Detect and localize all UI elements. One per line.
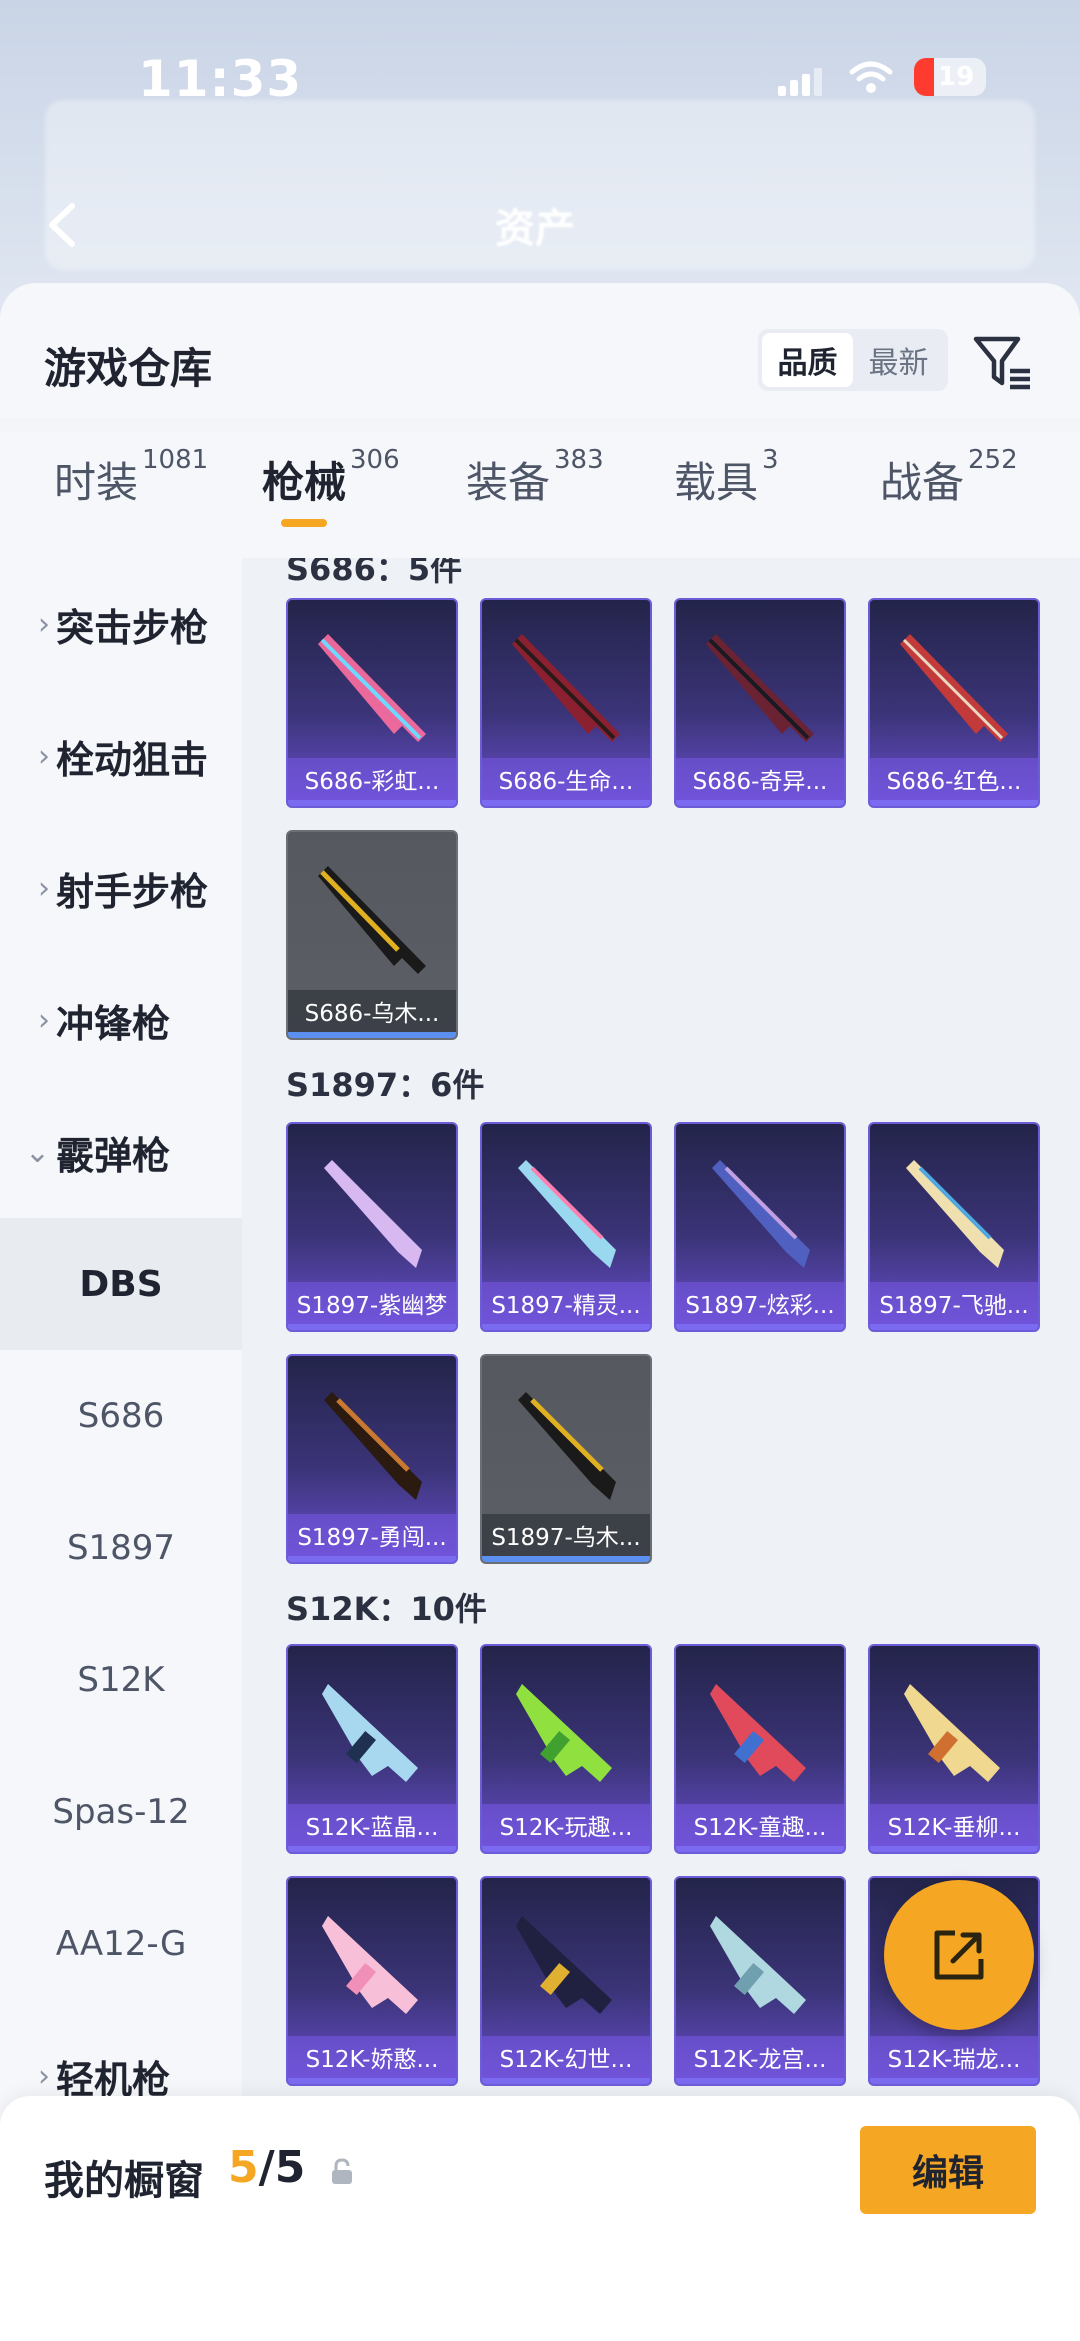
blurred-profile-header: 11:33 19 资产 [0,0,1080,300]
shotgun-skin-image [318,866,426,974]
skin-card[interactable]: S12K-童趣... [674,1644,846,1854]
sidebar-subitem-s1897[interactable]: S1897 [0,1482,242,1614]
sort-newest-button[interactable]: 最新 [853,333,944,387]
skin-card[interactable]: S12K-龙宫... [674,1876,846,2086]
sidebar-item-smg[interactable]: › 冲锋枪 [0,954,242,1086]
weapon-type-sidebar: › 突击步枪 › 栓动狙击 › 射手步枪 › 冲锋枪 ⌄ 霰弹枪 DBS S686 S18… [0,558,242,2341]
sidebar-subitem-aa12g[interactable]: AA12-G [0,1878,242,2010]
sidebar-subitem-spas12[interactable]: Spas-12 [0,1746,242,1878]
lock-icon [332,2158,352,2184]
shotgun-skin-image [512,634,620,742]
skin-card[interactable]: S686-彩虹... [286,598,458,808]
edit-button[interactable]: 编辑 [860,2126,1036,2214]
chevron-right-icon: › [38,606,50,642]
rifle-skin-image [904,1684,1000,1782]
sidebar-item-assault-rifle[interactable]: › 突击步枪 [0,558,242,690]
skin-card[interactable]: S1897-勇闯... [286,1354,458,1564]
shotgun-skin-image [518,1392,616,1500]
skin-card[interactable]: S1897-炫彩... [674,1122,846,1332]
shotgun-skin-image [900,634,1008,742]
skin-card[interactable]: S1897-乌木... [480,1354,652,1564]
active-tab-indicator [281,519,327,527]
sidebar-subitem-s12k[interactable]: S12K [0,1614,242,1746]
share-icon [934,1930,984,1980]
skin-card[interactable]: S686-红色... [868,598,1040,808]
wifi-icon [849,61,893,93]
tab-vehicle[interactable]: 载具 3 [674,445,779,510]
skin-card[interactable]: S12K-蓝晶... [286,1644,458,1854]
signal-icon [778,66,822,96]
status-bar: 11:33 19 [0,40,1080,110]
category-tabs: 时装 1081 枪械 306 装备 383 载具 3 战备 252 [0,433,1080,558]
tab-firearms[interactable]: 枪械 306 [262,445,400,510]
sheet-title: 游戏仓库 [44,344,213,393]
skin-card[interactable]: S1897-飞驰... [868,1122,1040,1332]
rifle-skin-image [710,1916,806,2014]
skin-card[interactable]: S12K-幻世... [480,1876,652,2086]
shotgun-skin-image [906,1160,1004,1268]
tab-equipment[interactable]: 装备 383 [466,445,604,510]
skin-card[interactable]: S686-乌木... [286,830,458,1040]
sheet-header: 游戏仓库 品质 最新 [0,283,1080,418]
sidebar-item-bolt-sniper[interactable]: › 栓动狙击 [0,690,242,822]
sidebar-subitem-s686[interactable]: S686 [0,1350,242,1482]
rifle-skin-image [710,1684,806,1782]
sidebar-subitem-dbs[interactable]: DBS [0,1218,242,1350]
filter-icon[interactable] [972,331,1034,391]
warehouse-sheet: 游戏仓库 品质 最新 时装 1081 枪械 306 装备 383 载具 3 战备 252 … [0,283,1080,2341]
chevron-right-icon: › [38,1002,50,1038]
group-title-s12k: S12K：10件 [286,1590,487,1628]
shotgun-skin-image [518,1160,616,1268]
sidebar-item-marksman-rifle[interactable]: › 射手步枪 [0,822,242,954]
rifle-skin-image [322,1684,418,1782]
sort-quality-button[interactable]: 品质 [762,333,853,387]
shotgun-skin-image [318,634,426,742]
chevron-down-icon: ⌄ [24,1134,50,1170]
shotgun-skin-image [706,634,814,742]
rifle-skin-image [516,1684,612,1782]
tab-supplies[interactable]: 战备 252 [880,445,1018,510]
skin-card[interactable]: S686-生命... [480,598,652,808]
group-title-s686: S686：5件 [286,558,463,588]
group-title-s1897: S1897：6件 [286,1066,485,1104]
weapon-skin-grid: S686：5件 S686-彩虹... S686-生命... S686-奇异...… [242,558,1080,2341]
skin-card[interactable]: S12K-玩趣... [480,1644,652,1854]
sidebar-item-shotgun[interactable]: ⌄ 霰弹枪 [0,1086,242,1218]
page-title: 资产 [495,206,575,252]
share-button[interactable] [884,1880,1034,2030]
skin-card[interactable]: S12K-垂柳... [868,1644,1040,1854]
battery-icon: 19 [914,58,986,96]
battery-level: 19 [938,62,975,92]
chevron-right-icon: › [38,2058,50,2094]
shotgun-skin-image [712,1160,810,1268]
chevron-right-icon: › [38,738,50,774]
rifle-skin-image [322,1916,418,2014]
skin-card[interactable]: S686-奇异... [674,598,846,808]
status-time: 11:33 [138,50,303,108]
skin-card[interactable]: S12K-娇憨... [286,1876,458,2086]
showcase-count: 5/5 [228,2142,306,2193]
chevron-right-icon: › [38,870,50,906]
sort-toggle: 品质 最新 [758,329,948,391]
tab-costume[interactable]: 时装 1081 [54,445,208,510]
skin-card[interactable]: S1897-精灵... [480,1122,652,1332]
showcase-label: 我的橱窗 [44,2158,204,2204]
shotgun-skin-image [324,1392,422,1500]
rifle-skin-image [516,1916,612,2014]
shotgun-skin-image [324,1160,422,1268]
back-icon[interactable] [42,200,82,250]
showcase-bar: 我的橱窗 5/5 编辑 [0,2096,1080,2341]
skin-card[interactable]: S1897-紫幽梦 [286,1122,458,1332]
